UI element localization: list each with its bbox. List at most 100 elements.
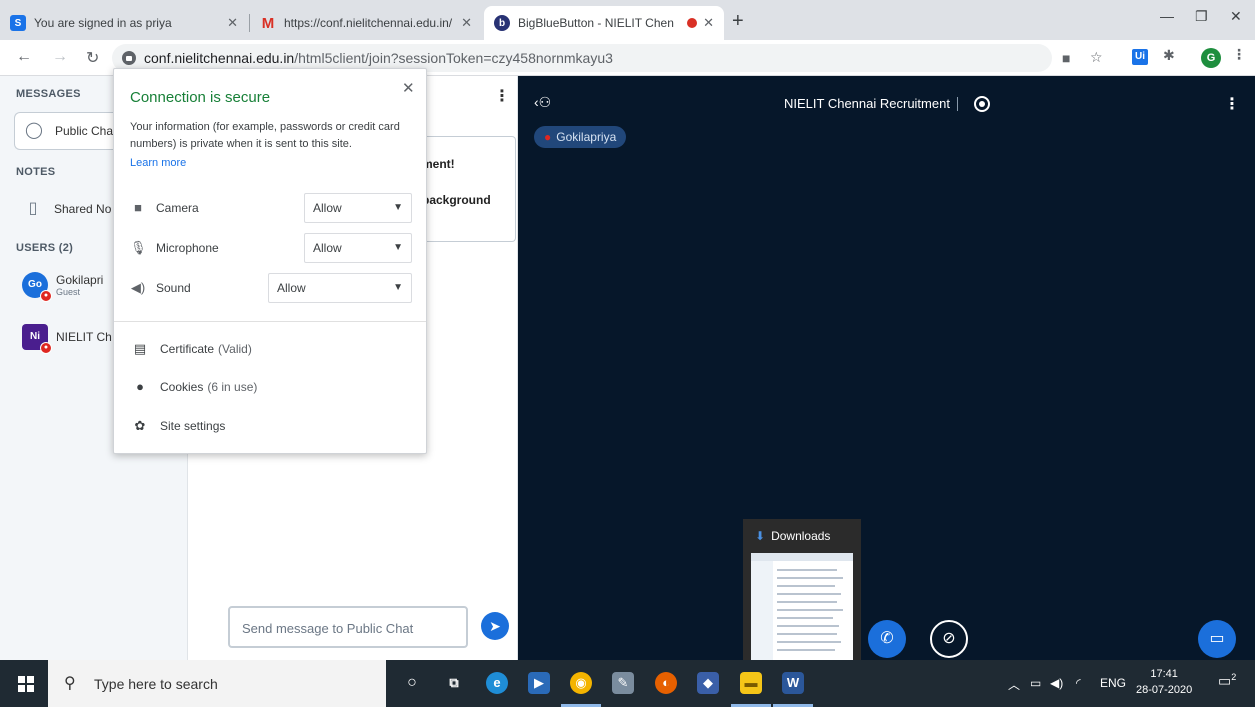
camera-icon: ■ <box>134 200 142 215</box>
certificate-row[interactable]: ▤ Certificate (Valid) <box>132 341 252 357</box>
select-value: Allow <box>277 281 306 295</box>
user-name: NIELIT Ch <box>56 330 112 344</box>
restore-presentation-button[interactable]: ▭ <box>1198 620 1236 658</box>
app-icon[interactable]: ◆ <box>697 672 719 694</box>
close-icon[interactable]: ✕ <box>227 15 238 31</box>
clock-time: 17:41 <box>1150 668 1178 680</box>
url-text[interactable]: conf.nielitchennai.edu.in/html5client/jo… <box>144 50 613 66</box>
language-indicator[interactable]: ENG <box>1100 676 1126 690</box>
extensions-puzzle-icon[interactable]: ✱ <box>1163 47 1175 64</box>
welcome-line: background <box>422 193 491 207</box>
cortana-icon[interactable]: ○ <box>401 672 423 694</box>
tab-signed-in[interactable]: S You are signed in as priya ✕ <box>0 6 248 40</box>
permission-label: Microphone <box>156 241 219 255</box>
sidebar-item-label: Public Cha <box>55 124 114 138</box>
s-favicon-icon: S <box>10 15 26 31</box>
notes-document-icon: ▯ <box>28 200 38 217</box>
permission-label: Sound <box>156 281 191 295</box>
chrome-icon[interactable]: ◉ <box>570 672 592 694</box>
certificate-status: (Valid) <box>218 342 252 356</box>
share-webcam-button[interactable]: ⊘ <box>930 620 968 658</box>
cookies-row[interactable]: ● Cookies (6 in use) <box>132 379 257 394</box>
new-tab-icon[interactable]: + <box>732 10 744 33</box>
user-role: Guest <box>56 287 81 297</box>
avatar: Go ● <box>22 272 52 302</box>
avatar-initials: Go <box>28 279 42 290</box>
camera-permission-select[interactable]: Allow ▼ <box>304 193 412 223</box>
wifi-icon[interactable]: ◜ <box>1076 676 1081 690</box>
notes-section-title: NOTES <box>16 166 56 178</box>
profile-avatar[interactable]: G <box>1201 48 1221 68</box>
permission-label: Camera <box>156 201 199 215</box>
url-host: conf.nielitchennai.edu.in <box>144 50 295 66</box>
tab-bigbluebutton[interactable]: b BigBlueButton - NIELIT Chen ✕ <box>484 6 724 40</box>
learn-more-link[interactable]: Learn more <box>130 157 186 169</box>
edge-icon[interactable]: e <box>486 672 508 694</box>
recording-indicator-icon[interactable] <box>974 96 990 112</box>
forward-icon[interactable]: → <box>52 48 68 66</box>
user-list-item[interactable]: Go ● Gokilapri Guest <box>22 272 103 302</box>
toggle-userlist-icon[interactable]: ‹⚇ <box>534 94 551 111</box>
minimize-icon[interactable]: — <box>1160 8 1174 24</box>
meeting-options-icon[interactable]: ⋮ <box>1224 94 1240 114</box>
file-explorer-icon[interactable]: ▬ <box>740 672 762 694</box>
cookies-label: Cookies <box>160 379 204 394</box>
tab-gmail[interactable]: M https://conf.nielitchennai.edu.in/ ✕ <box>250 6 482 40</box>
connection-description: Your information (for example, passwords… <box>130 121 400 150</box>
browser-menu-icon[interactable]: ⋮ <box>1232 46 1246 63</box>
sound-icon: ◀) <box>130 280 146 295</box>
leave-audio-button[interactable]: ✆ <box>868 620 906 658</box>
tray-chevron-icon[interactable]: ︿ <box>1008 676 1020 693</box>
microphone-icon: 🎙 <box>130 240 147 255</box>
dropdown-arrow-icon: ▼ <box>393 282 403 293</box>
clock-date: 28-07-2020 <box>1136 684 1193 696</box>
bookmark-star-icon[interactable]: ☆ <box>1090 49 1103 66</box>
avatar-initials: Ni <box>30 331 40 342</box>
gmail-icon: M <box>261 14 275 32</box>
restore-icon[interactable]: ❐ <box>1195 8 1208 25</box>
browser-tab-strip: S You are signed in as priya ✕ M https:/… <box>0 0 1255 40</box>
window-close-icon[interactable]: ✕ <box>1230 8 1242 25</box>
lock-icon[interactable] <box>122 51 136 65</box>
back-icon[interactable]: ← <box>16 48 32 66</box>
extension-ui-icon[interactable]: Ui <box>1132 49 1148 65</box>
title-separator <box>957 97 958 111</box>
downloads-thumbnail[interactable]: ⬇ Downloads <box>743 519 861 669</box>
task-view-icon[interactable]: ⧉ <box>443 672 465 694</box>
microphone-icon: ● <box>544 130 552 144</box>
close-icon[interactable]: ✕ <box>402 79 415 97</box>
reload-icon[interactable]: ↻ <box>86 48 99 68</box>
paint-icon[interactable]: ✎ <box>612 672 634 694</box>
notification-center-icon[interactable]: ▭2 <box>1218 672 1236 690</box>
taskbar-clock[interactable]: 17:41 28-07-2020 <box>1136 666 1192 698</box>
user-list-item[interactable]: Ni ● NIELIT Ch <box>22 324 112 354</box>
messages-section-title: MESSAGES <box>16 88 81 100</box>
close-icon[interactable]: ✕ <box>703 15 714 31</box>
word-icon[interactable]: W <box>782 672 804 694</box>
app-icon[interactable]: ▶ <box>528 672 550 694</box>
recording-icon <box>687 18 698 28</box>
close-icon[interactable]: ✕ <box>461 15 472 31</box>
gear-icon: ✿ <box>134 418 146 433</box>
microphone-permission-select[interactable]: Allow ▼ <box>304 233 412 263</box>
camera-in-use-icon[interactable]: ■ <box>1062 50 1070 66</box>
certificate-icon: ▤ <box>133 341 147 356</box>
battery-icon[interactable]: ▭ <box>1030 676 1041 690</box>
windows-start-icon[interactable] <box>18 676 34 692</box>
chat-message-input[interactable]: Send message to Public Chat <box>228 606 468 648</box>
tab-title: BigBlueButton - NIELIT Chen <box>518 16 674 30</box>
microphone-icon: ● <box>40 290 52 302</box>
chat-bubble-icon: ◯ <box>25 122 43 139</box>
volume-icon[interactable]: ◀) <box>1050 676 1063 690</box>
sound-permission-select[interactable]: Allow ▼ <box>268 273 412 303</box>
send-button[interactable]: ➤ <box>481 612 509 640</box>
talking-indicator: ● Gokilapriya <box>534 126 627 148</box>
talker-name: Gokilapriya <box>556 130 617 144</box>
chat-options-icon[interactable]: ⋮ <box>494 86 510 106</box>
site-settings-row[interactable]: ✿ Site settings <box>132 418 226 434</box>
select-value: Allow <box>313 241 342 255</box>
taskbar-search-box[interactable]: ⚲ Type here to search <box>48 660 386 707</box>
permission-camera: ■ Camera Allow ▼ <box>130 193 412 223</box>
firefox-icon[interactable]: ◐ <box>655 672 677 694</box>
windows-taskbar: ⚲ Type here to search ○ ⧉ e ▶ ◉ ✎ ◐ ◆ ▬ … <box>0 660 1255 707</box>
